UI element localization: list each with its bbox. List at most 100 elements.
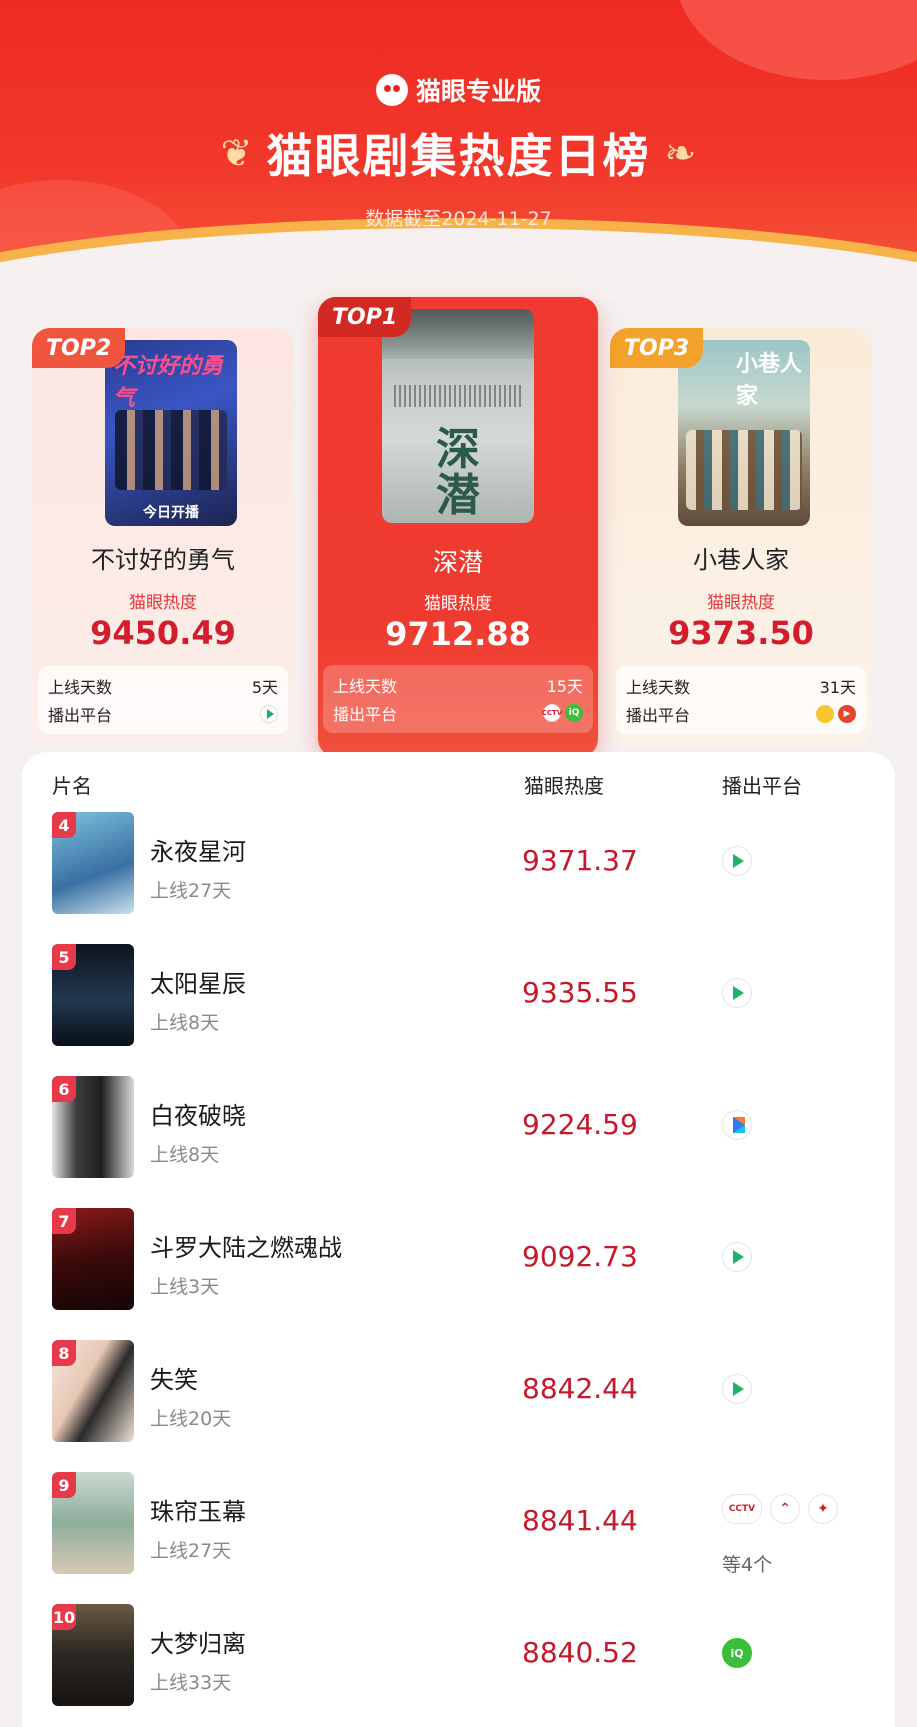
info-box: 上线天数 5天 播出平台 (38, 666, 288, 734)
show-name: 太阳星辰 (150, 970, 246, 998)
ranking-list: 片名 猫眼热度 播出平台 4 永夜星河 上线27天 9371.37 5 太阳星辰… (22, 752, 895, 1727)
poster-figures (686, 430, 802, 510)
heat-label: 猫眼热度 (129, 593, 197, 613)
online-days: 上线27天 (150, 880, 232, 902)
poster-title: 不讨好的勇气 (113, 354, 224, 411)
heat-value: 8842.44 (522, 1372, 638, 1405)
heat-value: 9371.37 (522, 844, 638, 877)
heat-value: 8840.52 (522, 1636, 638, 1669)
show-name: 斗罗大陆之燃魂战 (150, 1234, 342, 1262)
data-date: 数据截至2024-11-27 (365, 208, 552, 230)
info-box: 上线天数 15天 播出平台 CCTV iQ (323, 665, 593, 733)
online-days-value: 15天 (546, 677, 583, 696)
platform-label: 播出平台 (48, 706, 113, 725)
more-platforms: 等4个 (722, 1554, 773, 1576)
thumb-image: 4 (52, 812, 134, 914)
show-name: 深潜 (432, 548, 483, 577)
show-name: 珠帘玉幕 (150, 1498, 246, 1526)
laurel-right-icon: ❧ (664, 131, 697, 175)
list-item[interactable]: 7 斗罗大陆之燃魂战 上线3天 9092.73 (22, 1208, 895, 1312)
list-item[interactable]: 9 珠帘玉幕 上线27天 8841.44 CCTV ⌃ ✦ 等4个 (22, 1472, 895, 1576)
list-item[interactable]: 4 永夜星河 上线27天 9371.37 (22, 812, 895, 916)
top-card-3[interactable]: 小巷人家 TOP3 小巷人家 猫眼热度 9373.50 上线天数 31天 播出平… (610, 328, 872, 748)
list-item[interactable]: 10 大梦归离 上线33天 8840.52 iQ (22, 1604, 895, 1708)
col-header-heat: 猫眼热度 (524, 774, 604, 798)
thumb-image: 9 (52, 1472, 134, 1574)
tencent-video-icon (722, 978, 752, 1008)
cctv-icon: CCTV (722, 1494, 762, 1524)
platform-label: 播出平台 (626, 706, 691, 725)
online-days-value: 5天 (251, 678, 278, 697)
thumb-image: 6 (52, 1076, 134, 1178)
rank-badge: 9 (52, 1472, 76, 1498)
rank-tag: TOP2 (32, 328, 126, 368)
poster-figures (115, 410, 227, 490)
online-days: 上线3天 (150, 1276, 220, 1298)
list-item[interactable]: 6 白夜破晓 上线8天 9224.59 (22, 1076, 895, 1180)
thumb-image: 7 (52, 1208, 134, 1310)
list-item[interactable]: 8 失笑 上线20天 8842.44 (22, 1340, 895, 1444)
poster-image: 小巷人家 (678, 340, 810, 526)
decor-blob (677, 0, 917, 80)
online-days-label: 上线天数 (626, 678, 691, 697)
page-title-wrap: ❦ 猫眼剧集热度日榜 ❧ (0, 120, 917, 186)
tencent-video-icon (260, 705, 278, 723)
tencent-video-icon (722, 1242, 752, 1272)
col-header-name: 片名 (52, 774, 92, 798)
brand-name: 猫眼专业版 (415, 77, 541, 106)
rank-badge: 8 (52, 1340, 76, 1366)
iqiyi-icon: iQ (565, 704, 583, 722)
iqiyi-icon: iQ (722, 1638, 752, 1668)
col-header-platform: 播出平台 (722, 774, 802, 798)
online-days: 上线20天 (150, 1408, 232, 1430)
info-box: 上线天数 31天 播出平台 ▶ (616, 666, 866, 734)
mango-tv-icon (816, 705, 834, 723)
header-banner: 猫眼专业版 ❦ 猫眼剧集热度日榜 ❧ 数据截至2024-11-27 (0, 0, 917, 300)
dragon-tv-icon: ⌃ (770, 1494, 800, 1524)
online-days-label: 上线天数 (48, 678, 113, 697)
tencent-video-icon (722, 846, 752, 876)
heat-value: 9450.49 (90, 614, 236, 652)
poster-title: 小巷人家 (736, 352, 803, 409)
poster-image: 深潜 (382, 309, 534, 523)
top-card-2[interactable]: 不讨好的勇气 今日开播 TOP2 不讨好的勇气 猫眼热度 9450.49 上线天… (32, 328, 294, 748)
rank-tag: TOP1 (318, 297, 412, 337)
rank-badge: 5 (52, 944, 76, 970)
rank-badge: 6 (52, 1076, 76, 1102)
rank-badge: 10 (52, 1604, 76, 1630)
heat-label: 猫眼热度 (424, 594, 492, 614)
poster-wave (394, 385, 522, 407)
online-days: 上线33天 (150, 1672, 232, 1694)
heat-label: 猫眼热度 (707, 593, 775, 613)
bilibili-icon: ▶ (838, 705, 856, 723)
page-title: 猫眼剧集热度日榜 (266, 129, 651, 183)
heat-value: 9335.55 (522, 976, 638, 1009)
laurel-left-icon: ❦ (220, 131, 253, 175)
heat-value: 9092.73 (522, 1240, 638, 1273)
thumb-image: 5 (52, 944, 134, 1046)
list-item[interactable]: 5 太阳星辰 上线8天 9335.55 (22, 944, 895, 1048)
show-name: 白夜破晓 (150, 1102, 246, 1130)
show-name: 小巷人家 (693, 546, 789, 574)
poster-caption: 今日开播 (143, 505, 199, 521)
youku-icon (722, 1110, 752, 1140)
heat-value: 9373.50 (668, 614, 814, 652)
heat-value: 9224.59 (522, 1108, 638, 1141)
rank-badge: 7 (52, 1208, 76, 1234)
tencent-video-icon (722, 1374, 752, 1404)
brand: 猫眼专业版 (0, 72, 917, 108)
heat-value: 8841.44 (522, 1504, 638, 1537)
show-name: 失笑 (150, 1366, 198, 1394)
online-days: 上线27天 (150, 1540, 232, 1562)
jiangsu-tv-icon: ✦ (808, 1494, 838, 1524)
maoyan-logo-icon (375, 74, 408, 106)
thumb-image: 10 (52, 1604, 134, 1706)
poster-title: 深潜 (436, 424, 480, 521)
show-name: 不讨好的勇气 (91, 546, 235, 574)
top-card-1[interactable]: 深潜 TOP1 深潜 猫眼热度 9712.88 上线天数 15天 播出平台 CC… (318, 297, 598, 757)
platform-label: 播出平台 (333, 705, 398, 724)
online-days: 上线8天 (150, 1012, 220, 1034)
online-days-value: 31天 (819, 678, 856, 697)
thumb-image: 8 (52, 1340, 134, 1442)
list-header: 片名 猫眼热度 播出平台 (22, 770, 895, 800)
